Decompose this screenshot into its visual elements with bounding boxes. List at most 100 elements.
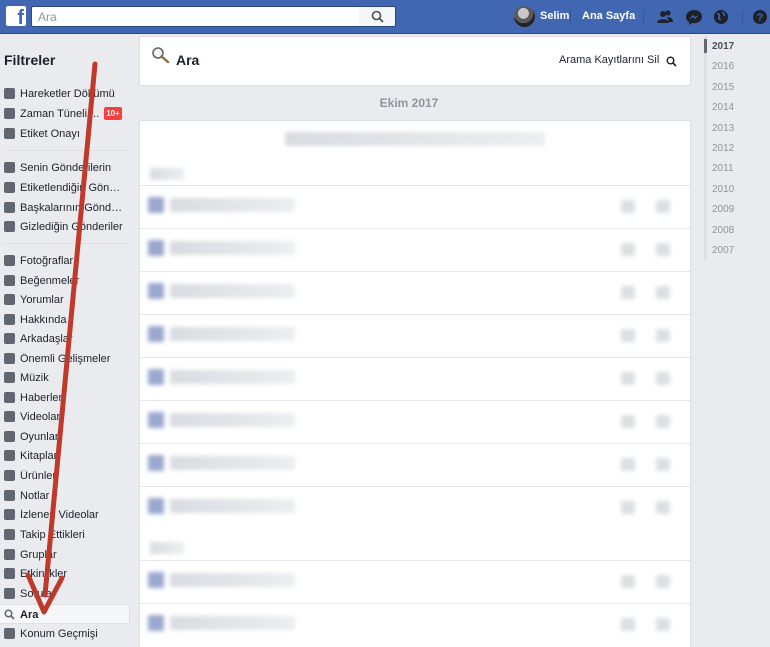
blurred-action-icon[interactable] bbox=[656, 372, 670, 385]
search-button[interactable] bbox=[359, 6, 396, 27]
filter-item-13[interactable]: Müzik bbox=[0, 368, 130, 388]
filter-item-2[interactable]: Etiket Onayı bbox=[0, 124, 130, 144]
filter-item-23[interactable]: Etkinlikler bbox=[0, 564, 130, 584]
blurred-action-icon[interactable] bbox=[656, 458, 670, 471]
search-icon[interactable] bbox=[666, 56, 677, 67]
filter-item-15[interactable]: Videolar bbox=[0, 407, 130, 427]
year-link-2012[interactable]: 2012 bbox=[712, 143, 734, 154]
group-icon bbox=[4, 549, 15, 560]
filter-item-8[interactable]: Beğenmeler bbox=[0, 271, 130, 291]
filter-item-16[interactable]: Oyunlar bbox=[0, 427, 130, 447]
help-icon[interactable]: ? bbox=[750, 7, 770, 27]
filter-item-22[interactable]: Gruplar bbox=[0, 545, 130, 565]
filter-item-9[interactable]: Yorumlar bbox=[0, 290, 130, 310]
year-link-2017[interactable]: 2017 bbox=[712, 41, 734, 52]
filter-item-3[interactable]: Senin Gönderilerin bbox=[0, 158, 130, 178]
filter-item-4[interactable]: Etiketlendiğin Gönde... bbox=[0, 178, 130, 198]
blurred-action-icon[interactable] bbox=[656, 575, 670, 588]
filter-item-18[interactable]: Ürünler bbox=[0, 466, 130, 486]
search-box[interactable] bbox=[31, 6, 365, 27]
filter-item-5[interactable]: Başkalarının Gönderi... bbox=[0, 198, 130, 218]
blurred-action-icon[interactable] bbox=[621, 501, 635, 514]
filter-item-0[interactable]: Hareketler Dökümü bbox=[0, 84, 130, 104]
filter-item-14[interactable]: Haberler bbox=[0, 388, 130, 408]
divider bbox=[4, 150, 128, 151]
filter-item-17[interactable]: Kitaplar bbox=[0, 446, 130, 466]
avatar[interactable] bbox=[514, 6, 535, 27]
profile-name-link[interactable]: Selim bbox=[540, 10, 569, 22]
comment-icon bbox=[4, 294, 15, 305]
filter-item-label: Etkinlikler bbox=[20, 568, 68, 580]
blurred-action-icon[interactable] bbox=[621, 618, 635, 631]
year-link-2010[interactable]: 2010 bbox=[712, 184, 734, 195]
blurred-action-icon[interactable] bbox=[621, 200, 635, 213]
calendar-icon bbox=[4, 568, 15, 579]
globe-icon[interactable] bbox=[711, 7, 731, 27]
blurred-entry-text bbox=[170, 284, 295, 298]
filter-item-20[interactable]: İzlenen Videolar bbox=[0, 505, 130, 525]
messenger-icon[interactable] bbox=[684, 7, 704, 27]
blurred-action-icon[interactable] bbox=[621, 329, 635, 342]
filter-item-19[interactable]: Notlar bbox=[0, 486, 130, 506]
filter-item-7[interactable]: Fotoğraflar bbox=[0, 251, 130, 271]
filter-item-26[interactable]: Konum Geçmişi bbox=[0, 624, 130, 644]
filter-item-11[interactable]: Arkadaşlar bbox=[0, 329, 130, 349]
home-link[interactable]: Ana Sayfa bbox=[582, 10, 635, 22]
blurred-entry-text bbox=[170, 499, 295, 513]
person-icon bbox=[4, 162, 15, 173]
blurred-action-icon[interactable] bbox=[656, 286, 670, 299]
filter-item-6[interactable]: Gizlediğin Gönderiler bbox=[0, 217, 130, 237]
top-navigation-bar: f Selim Ana Sayfa ? bbox=[0, 0, 770, 34]
clear-search-history-button[interactable]: Arama Kayıtlarını Sil bbox=[559, 54, 659, 66]
filter-item-label: Ara bbox=[20, 609, 39, 621]
year-link-2007[interactable]: 2007 bbox=[712, 245, 734, 256]
year-link-2009[interactable]: 2009 bbox=[712, 204, 734, 215]
filter-item-label: Beğenmeler bbox=[20, 275, 80, 287]
year-link-2016[interactable]: 2016 bbox=[712, 61, 734, 72]
blurred-action-icon[interactable] bbox=[656, 243, 670, 256]
friends-icon[interactable] bbox=[655, 7, 675, 27]
year-link-2015[interactable]: 2015 bbox=[712, 82, 734, 93]
year-link-2011[interactable]: 2011 bbox=[712, 163, 734, 174]
divider bbox=[4, 243, 128, 244]
filter-item-25[interactable]: Ara bbox=[0, 604, 130, 624]
info-icon bbox=[4, 314, 15, 325]
filters-title: Filtreler bbox=[4, 52, 56, 68]
blurred-action-icon[interactable] bbox=[621, 575, 635, 588]
blurred-action-icon[interactable] bbox=[656, 501, 670, 514]
note-icon bbox=[4, 490, 15, 501]
filter-item-12[interactable]: Önemli Gelişmeler bbox=[0, 349, 130, 369]
page-title: Ara bbox=[176, 52, 200, 68]
year-link-2014[interactable]: 2014 bbox=[712, 102, 734, 113]
facebook-logo-icon[interactable]: f bbox=[6, 6, 26, 28]
blurred-action-icon[interactable] bbox=[621, 243, 635, 256]
flag-icon bbox=[4, 353, 15, 364]
blurred-action-icon[interactable] bbox=[621, 286, 635, 299]
question-icon bbox=[4, 588, 15, 599]
filter-item-21[interactable]: Takip Ettikleri bbox=[0, 525, 130, 545]
filter-item-10[interactable]: Hakkında bbox=[0, 310, 130, 330]
activity-log-icon bbox=[4, 88, 15, 99]
active-year-marker bbox=[704, 39, 707, 53]
blurred-action-icon[interactable] bbox=[621, 458, 635, 471]
blurred-entry-text bbox=[170, 370, 295, 384]
location-icon bbox=[4, 628, 15, 639]
blurred-action-icon[interactable] bbox=[656, 200, 670, 213]
search-icon bbox=[371, 10, 384, 23]
blurred-entry-icon bbox=[148, 615, 164, 631]
filter-item-label: Oyunlar bbox=[20, 431, 59, 443]
blurred-action-icon[interactable] bbox=[621, 415, 635, 428]
filter-item-label: Notlar bbox=[20, 490, 50, 502]
blurred-action-icon[interactable] bbox=[621, 372, 635, 385]
blurred-action-icon[interactable] bbox=[656, 329, 670, 342]
blurred-action-icon[interactable] bbox=[656, 618, 670, 631]
blurred-action-icon[interactable] bbox=[656, 415, 670, 428]
filter-item-label: Takip Ettikleri bbox=[20, 529, 85, 541]
year-link-2008[interactable]: 2008 bbox=[712, 225, 734, 236]
blurred-summary bbox=[285, 132, 545, 146]
search-input[interactable] bbox=[32, 7, 365, 26]
filter-item-label: Etiketlendiğin Gönde... bbox=[20, 182, 124, 194]
rss-icon bbox=[4, 529, 15, 540]
filter-item-24[interactable]: Sorular bbox=[0, 584, 130, 604]
year-link-2013[interactable]: 2013 bbox=[712, 123, 734, 134]
